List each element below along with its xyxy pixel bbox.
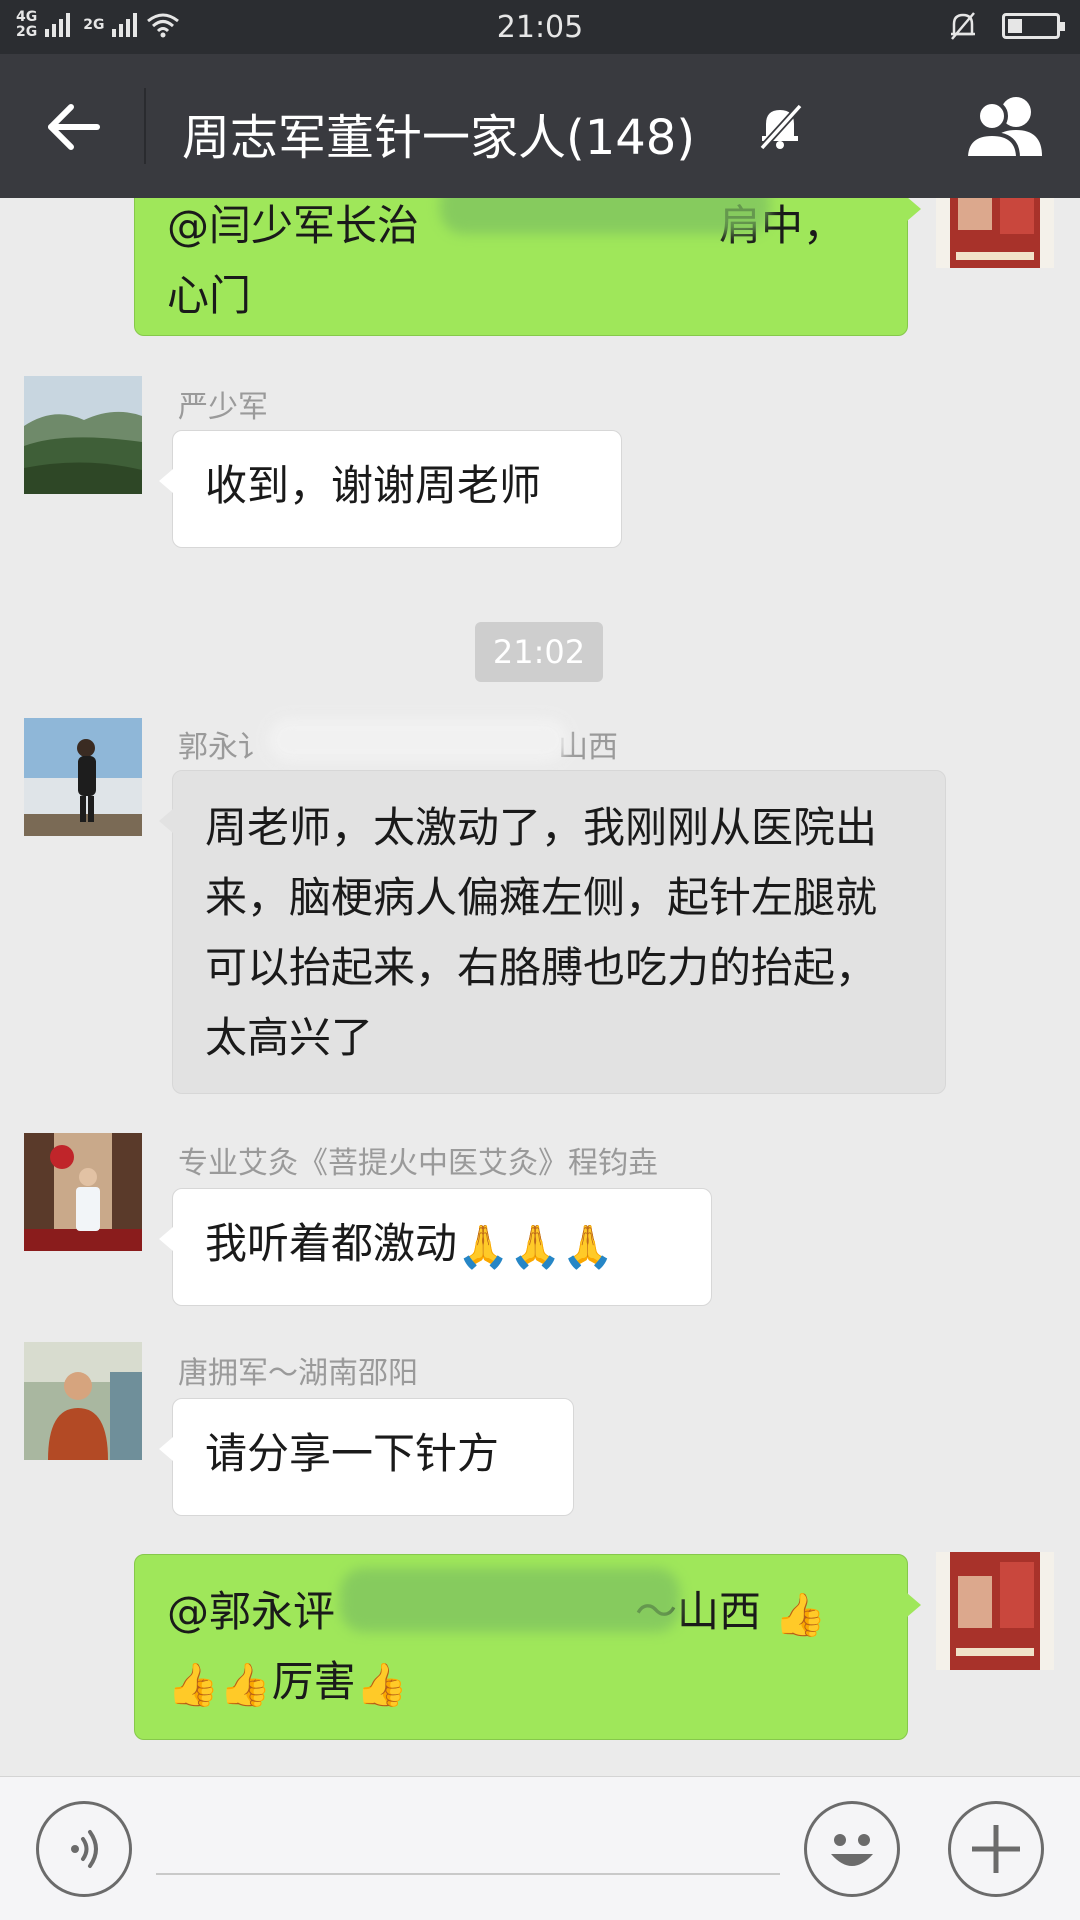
avatar-sender[interactable]: [24, 1342, 142, 1460]
message-timestamp: 21:02: [475, 622, 603, 682]
arrow-left-icon: [48, 104, 100, 150]
battery-icon: [1002, 13, 1065, 39]
message-line-start: @闫少军长治: [167, 201, 420, 250]
title-bar: 周志军董针一家人(148): [0, 54, 1080, 198]
book-cover-avatar-icon: [936, 1552, 1054, 1670]
message-bubble-incoming[interactable]: 收到，谢谢周老师: [159, 430, 622, 548]
back-button[interactable]: [38, 92, 108, 162]
message-line-start: @郭永评: [167, 1587, 336, 1636]
message-text: 收到，谢谢周老师: [205, 461, 542, 510]
message-text: 我听着都激动: [205, 1219, 458, 1268]
bell-off-icon: [759, 103, 803, 151]
group-members-button[interactable]: [960, 92, 1050, 162]
more-button[interactable]: [948, 1801, 1044, 1897]
plus-icon: [972, 1825, 1020, 1873]
status-right: [948, 10, 1065, 42]
avatar-self[interactable]: [936, 198, 1054, 268]
thumbs-up-emoji: 👍: [774, 1589, 827, 1639]
bell-off-status-icon: [951, 12, 975, 40]
person-photo-avatar-icon: [24, 1342, 142, 1460]
status-time: 21:05: [496, 10, 584, 45]
thumbs-up-emoji: 👍: [355, 1659, 408, 1709]
chat-message-list[interactable]: @闫少军长治 肩中， 心门 严少军 收到，谢谢周老师 21:02 郭永讠 山西 …: [0, 198, 1080, 1776]
message-bubble-incoming[interactable]: 周老师，太激动了，我刚刚从医院出来，脑梗病人偏瘫左侧，起针左腿就可以抬起来，右胳…: [159, 770, 946, 1094]
message-bubble-incoming[interactable]: 我听着都激动🙏🙏🙏: [159, 1188, 712, 1306]
message-word: 厉害: [271, 1657, 356, 1706]
sender-name: 严少军: [178, 390, 268, 425]
sender-name: 唐拥军～湖南邵阳: [178, 1356, 418, 1391]
avatar-sender[interactable]: [24, 1133, 142, 1251]
input-bar: [0, 1776, 1080, 1920]
person-photo-avatar-icon: [24, 1133, 142, 1251]
book-cover-avatar-icon: [936, 198, 1054, 268]
redaction-blur: [268, 718, 568, 762]
person-photo-avatar-icon: [24, 718, 142, 836]
message-input[interactable]: [156, 1873, 780, 1875]
message-text-line2: 心门: [167, 271, 252, 320]
avatar-sender[interactable]: [24, 718, 142, 836]
thumbs-up-emoji: 👍: [167, 1659, 220, 1709]
chat-title: 周志军董针一家人(148): [182, 110, 696, 166]
status-bar: 4G 2G 2G 21:05: [0, 0, 1080, 54]
message-text: 周老师，太激动了，我刚刚从医院出来，脑梗病人偏瘫左侧，起针左腿就可以抬起来，右胳…: [205, 803, 878, 1062]
pray-emoji: 🙏: [509, 1221, 562, 1271]
redaction-blur: [340, 1568, 680, 1632]
message-bubble-incoming[interactable]: 请分享一下针方: [159, 1398, 574, 1516]
message-text-line2: 👍👍厉害👍: [167, 1647, 875, 1717]
voice-icon: [71, 1830, 98, 1868]
emoji-button[interactable]: [804, 1801, 900, 1897]
pray-emoji: 🙏: [561, 1221, 614, 1271]
sender-name-start: 郭永讠: [178, 730, 268, 765]
pray-emoji: 🙏: [457, 1221, 510, 1271]
emoji-icon: [831, 1834, 873, 1866]
sender-name: 专业艾灸《菩提火中医艾灸》程钧垚: [178, 1146, 658, 1181]
title-divider: [144, 88, 146, 164]
group-members-icon: [963, 97, 1042, 160]
voice-button[interactable]: [36, 1801, 132, 1897]
redaction-blur: [440, 198, 770, 234]
avatar-self[interactable]: [936, 1552, 1054, 1670]
message-text: 请分享一下针方: [205, 1429, 500, 1478]
thumbs-up-emoji: 👍: [219, 1659, 272, 1709]
landscape-avatar-icon: [24, 376, 142, 494]
avatar-sender[interactable]: [24, 376, 142, 494]
